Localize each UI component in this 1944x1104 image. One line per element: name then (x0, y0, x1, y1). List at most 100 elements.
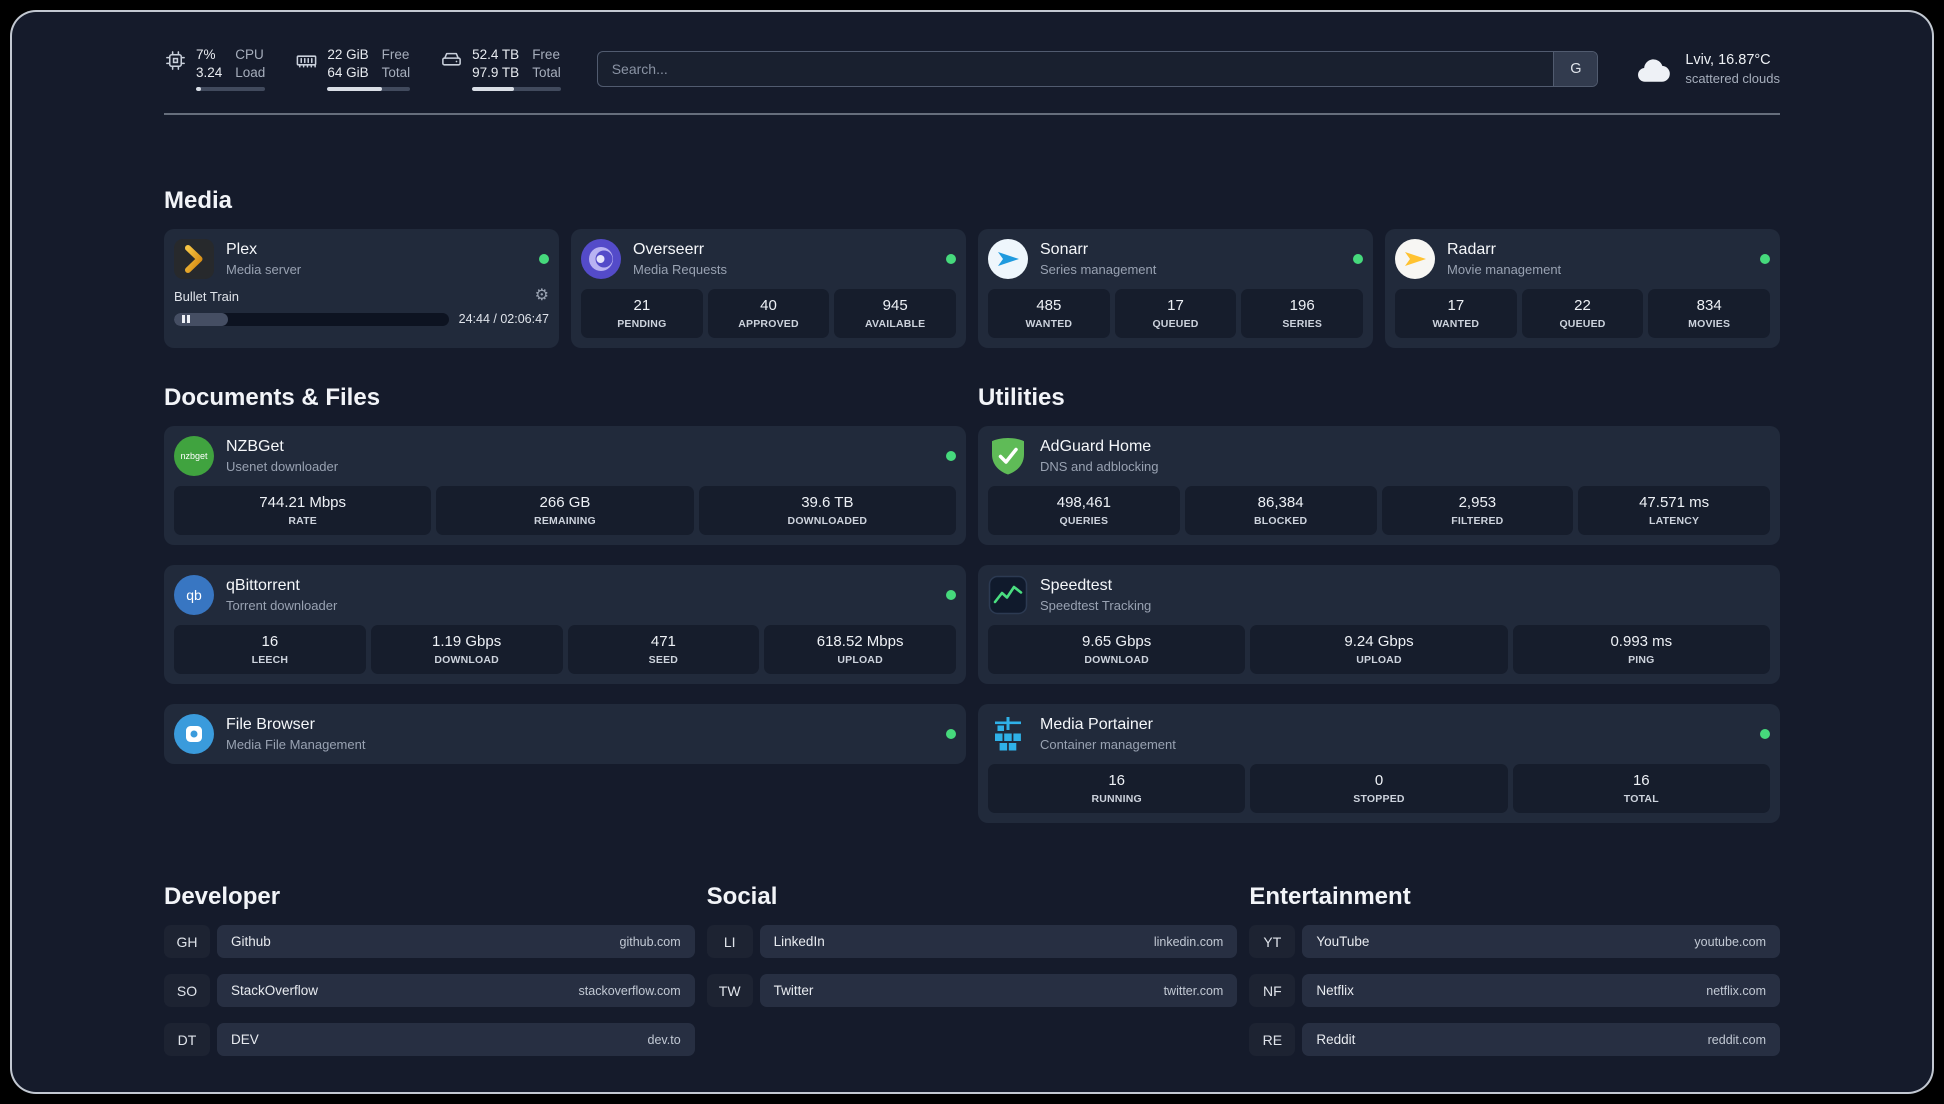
qbittorrent-icon: qb (174, 575, 214, 616)
adguard-icon (988, 436, 1028, 476)
playback-progress-bar[interactable] (174, 312, 449, 326)
service-card-speedtest[interactable]: Speedtest Speedtest Tracking 9.65 Gbps D… (978, 565, 1780, 685)
bookmark-linkedin[interactable]: LI LinkedIn linkedin.com (707, 925, 1238, 959)
weather-widget: Lviv, 16.87°C scattered clouds (1634, 52, 1780, 86)
service-card-plex[interactable]: Plex Media server Bullet Train ⚙ 24:44 /… (164, 229, 559, 349)
stat-value: 16 (1108, 772, 1125, 790)
nzbget-icon: nzbget (174, 436, 214, 477)
cpu-label-1: CPU (235, 47, 264, 62)
bookmark-reddit[interactable]: RE Reddit reddit.com (1249, 1023, 1780, 1057)
plex-icon (174, 239, 214, 280)
weather-condition: scattered clouds (1685, 70, 1780, 86)
pause-icon[interactable] (182, 313, 190, 326)
stat-value: 9.24 Gbps (1344, 633, 1414, 651)
topbar: 7% 3.24 CPU Load 22 GiB 64 GiB Free Tota… (164, 46, 1780, 92)
portainer-icon (988, 714, 1028, 754)
stat-box: 17 QUEUED (1114, 289, 1237, 339)
bookmark-domain: youtube.com (1694, 934, 1766, 949)
bookmark-github[interactable]: GH Github github.com (164, 925, 695, 959)
stat-label: BLOCKED (1253, 515, 1308, 528)
bookmark-twitter[interactable]: TW Twitter twitter.com (707, 974, 1238, 1008)
cloud-icon (1634, 54, 1672, 84)
search-input[interactable] (597, 51, 1554, 86)
service-card-nzbget[interactable]: nzbget NZBGet Usenet downloader 744.21 M… (164, 426, 966, 546)
service-card-qbittorrent[interactable]: qb qBittorrent Torrent downloader 16 LEE… (164, 565, 966, 685)
stat-box: 266 GB REMAINING (436, 486, 694, 536)
memory-total-value: 64 GiB (327, 65, 369, 81)
stat-value: 498,461 (1056, 494, 1111, 512)
disk-label-1: Free (532, 47, 560, 62)
service-card-radarr[interactable]: Radarr Movie management 17 WANTED 22 QUE… (1385, 229, 1780, 349)
stat-value: 744.21 Mbps (259, 494, 347, 512)
disk-widget: 52.4 TB 97.9 TB Free Total (440, 46, 561, 92)
status-dot (539, 254, 549, 265)
now-playing-title: Bullet Train (174, 288, 240, 304)
plex-now-playing: Bullet Train ⚙ 24:44 / 02:06:47 (174, 288, 549, 326)
section-title-media: Media (164, 187, 233, 215)
bookmark-domain: linkedin.com (1153, 934, 1224, 949)
bookmark-stackoverflow[interactable]: SO StackOverflow stackoverflow.com (164, 974, 695, 1008)
service-card-adguard[interactable]: AdGuard Home DNS and adblocking 498,461 … (978, 426, 1780, 546)
stat-value: 0.993 ms (1610, 633, 1673, 651)
stat-box: 744.21 Mbps RATE (174, 486, 432, 536)
service-card-filebrowser[interactable]: File Browser Media File Management (164, 704, 966, 765)
service-card-portainer[interactable]: Media Portainer Container management 16 … (978, 704, 1780, 824)
search-provider-button[interactable]: G (1553, 51, 1598, 86)
stat-label: SERIES (1282, 318, 1323, 331)
stat-value: 22 (1574, 297, 1591, 315)
stat-label: UPLOAD (1356, 654, 1402, 667)
weather-location: Lviv, 16.87°C (1685, 51, 1771, 68)
stat-label: SEED (648, 654, 679, 667)
service-desc: Movie management (1447, 262, 1562, 278)
stat-box: 21 PENDING (581, 289, 703, 339)
cpu-widget: 7% 3.24 CPU Load (164, 46, 266, 92)
service-name: File Browser (226, 716, 315, 734)
bookmark-abbr: TW (707, 974, 753, 1007)
stat-box: 0 STOPPED (1250, 764, 1508, 814)
bookmark-abbr: GH (164, 925, 210, 958)
service-card-sonarr[interactable]: Sonarr Series management 485 WANTED 17 Q… (978, 229, 1373, 349)
disk-icon (440, 49, 463, 72)
service-desc: DNS and adblocking (1040, 459, 1159, 475)
bookmark-abbr: YT (1249, 925, 1295, 958)
stat-label: DOWNLOAD (434, 654, 499, 667)
stat-label: MOVIES (1688, 318, 1731, 331)
bookmark-name: StackOverflow (231, 983, 319, 999)
section-documents: Documents & Files nzbget NZBGet Usenet d… (164, 384, 966, 765)
service-stats: 485 WANTED 17 QUEUED 196 SERIES (988, 289, 1364, 339)
stat-box: 39.6 TB DOWNLOADED (698, 486, 956, 536)
memory-usage-bar (327, 87, 411, 92)
stat-label: LATENCY (1649, 515, 1700, 528)
stat-label: UPLOAD (837, 654, 883, 667)
service-stats: 21 PENDING 40 APPROVED 945 AVAILABLE (581, 289, 957, 339)
stat-value: 0 (1374, 772, 1384, 790)
bookmark-domain: netflix.com (1706, 983, 1766, 998)
stat-value: 266 GB (539, 494, 591, 512)
bookmark-dev[interactable]: DT DEV dev.to (164, 1023, 695, 1057)
stat-value: 485 (1036, 297, 1062, 315)
stat-box: 16 LEECH (174, 625, 366, 675)
overseerr-icon (581, 239, 621, 280)
status-dot (1353, 254, 1363, 265)
bookmark-youtube[interactable]: YT YouTube youtube.com (1249, 925, 1780, 959)
stat-box: 40 APPROVED (707, 289, 830, 339)
service-desc: Torrent downloader (226, 598, 338, 614)
service-card-overseerr[interactable]: Overseerr Media Requests 21 PENDING 40 A… (571, 229, 966, 349)
bookmark-abbr: LI (707, 925, 753, 958)
divider (164, 113, 1780, 116)
bookmark-name: Twitter (773, 983, 814, 999)
stat-box: 2,953 FILTERED (1381, 486, 1574, 536)
disk-usage-bar (472, 87, 561, 92)
status-dot (1760, 254, 1770, 265)
stat-box: 16 TOTAL (1512, 764, 1770, 814)
bookmark-name: YouTube (1316, 934, 1370, 950)
stat-value: 618.52 Mbps (816, 633, 904, 651)
gear-icon[interactable]: ⚙ (535, 288, 549, 304)
bookmark-netflix[interactable]: NF Netflix netflix.com (1249, 974, 1780, 1008)
cpu-label-2: Load (235, 65, 266, 81)
service-stats: 498,461 QUERIES 86,384 BLOCKED 2,953 FIL… (988, 486, 1770, 536)
service-name: Speedtest (1040, 577, 1113, 595)
service-desc: Speedtest Tracking (1040, 598, 1152, 614)
stat-box: 9.65 Gbps DOWNLOAD (988, 625, 1246, 675)
bookmark-name: LinkedIn (773, 934, 825, 950)
